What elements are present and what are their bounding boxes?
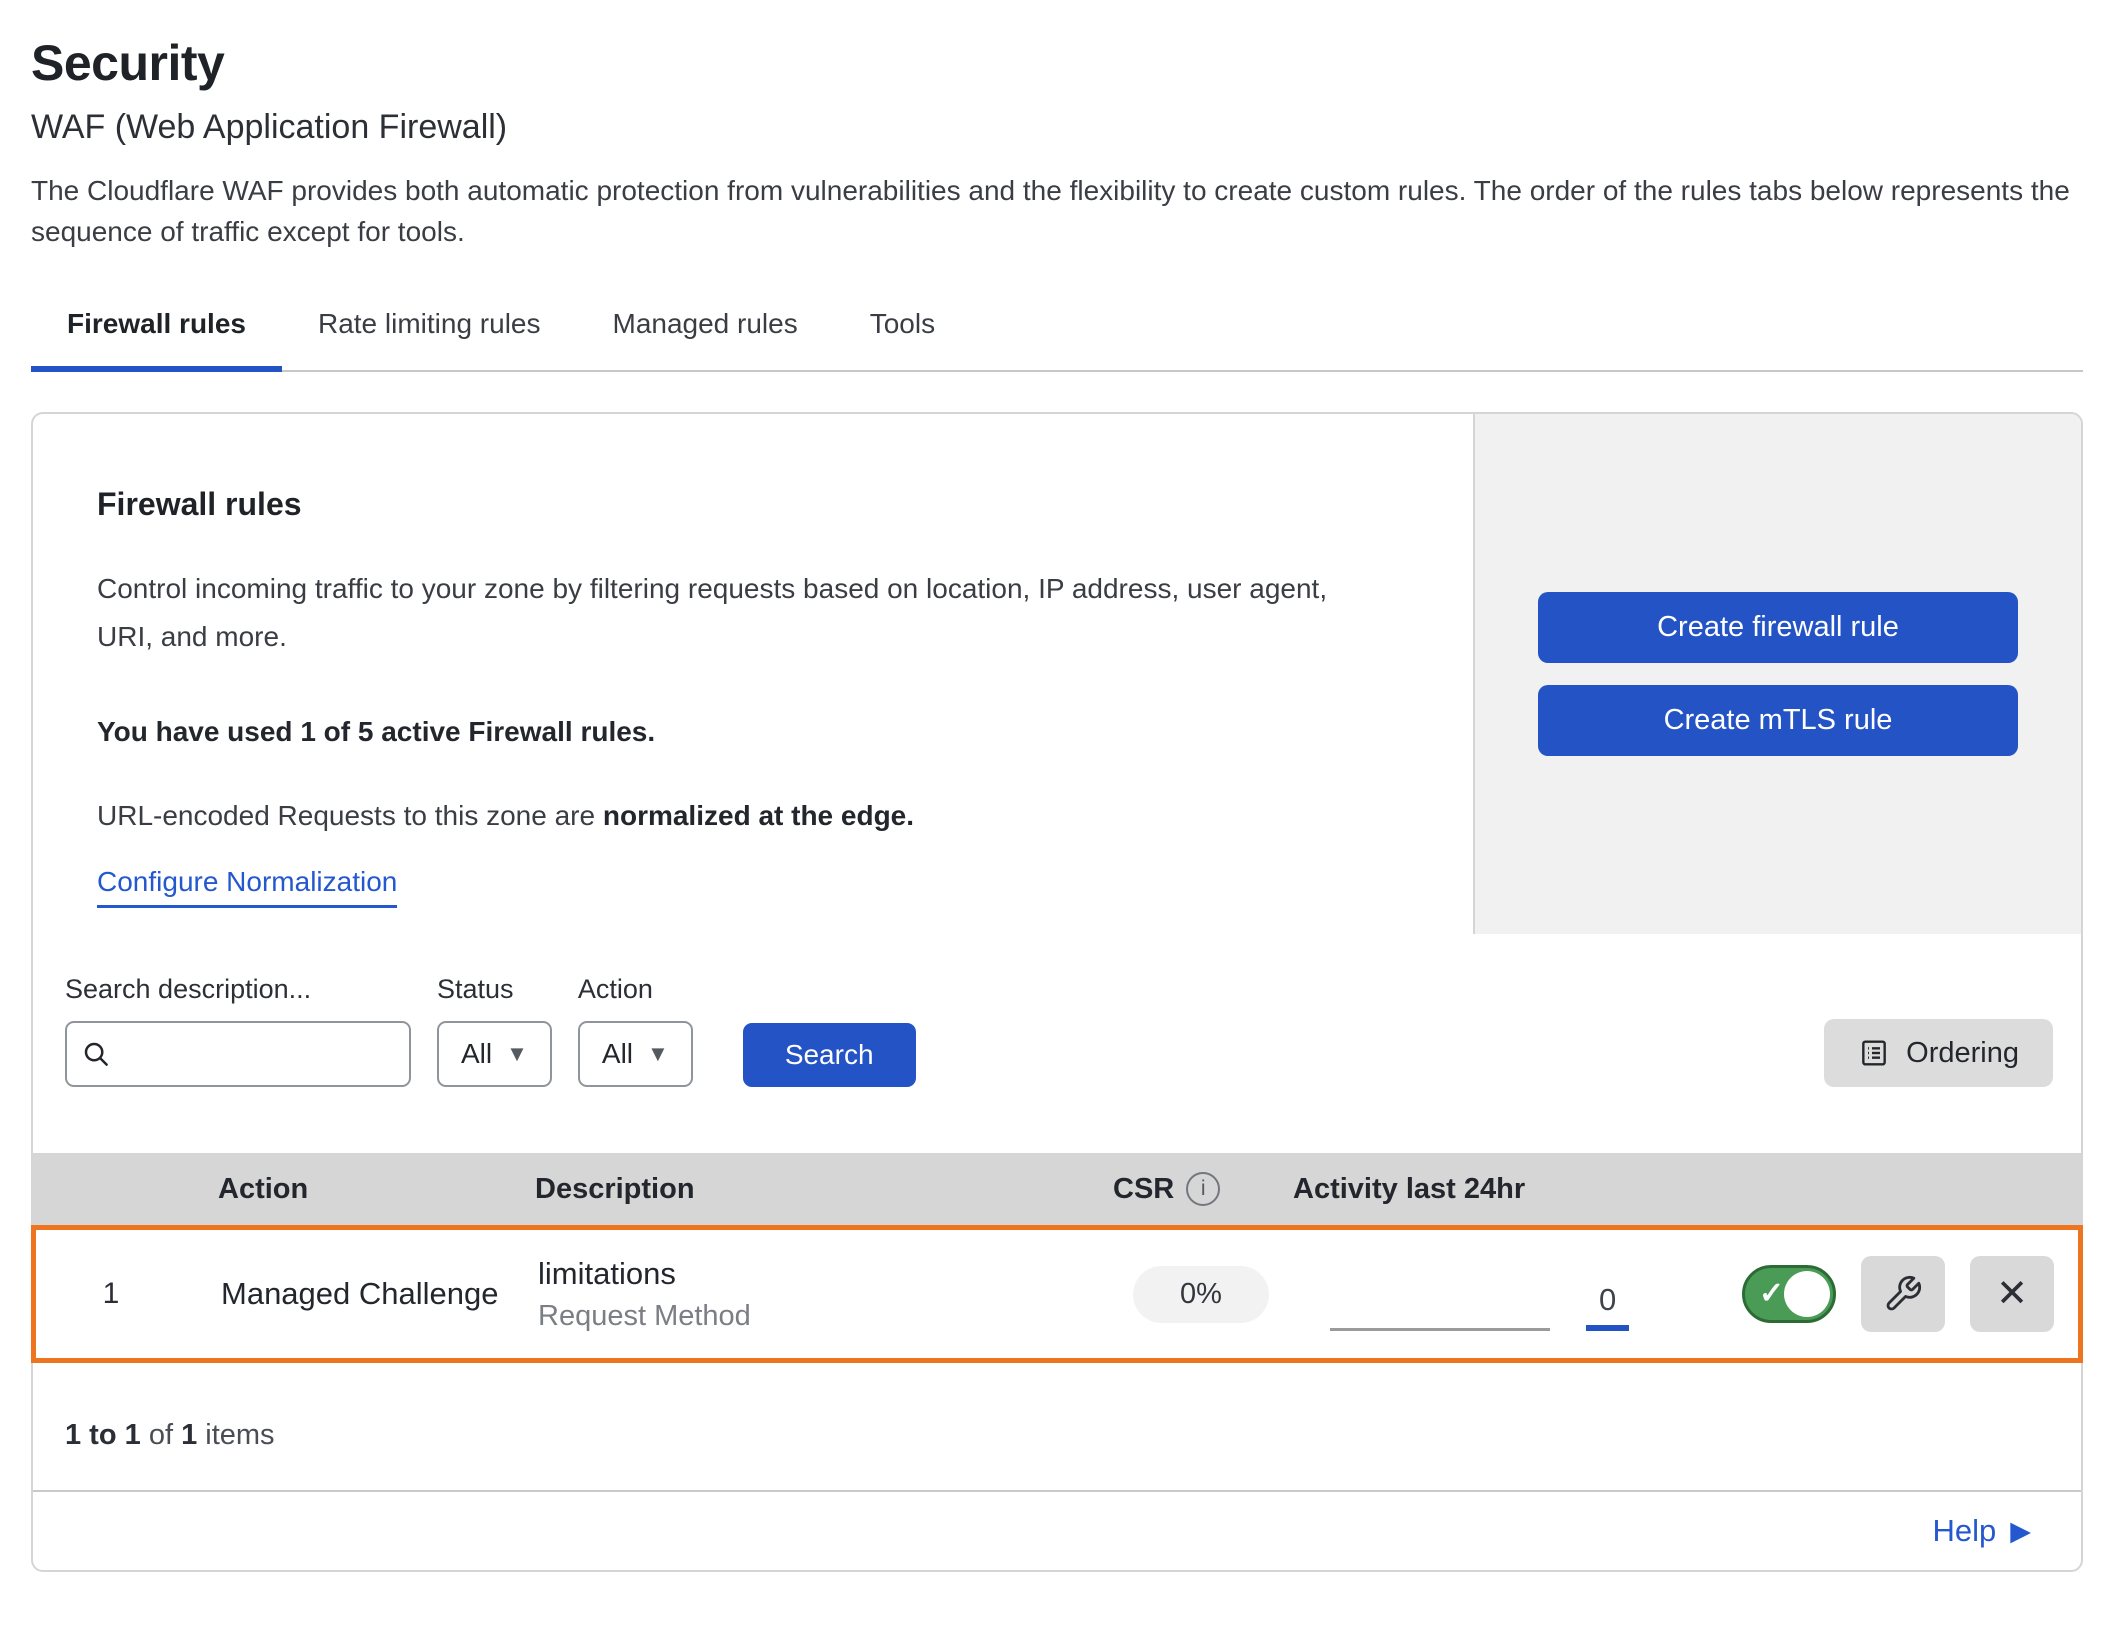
rule-controls: ✓ ✕ (1736, 1256, 2078, 1332)
summary-of: of (149, 1419, 173, 1451)
card-description: Control incoming traffic to your zone by… (97, 565, 1387, 660)
activity-count-link[interactable]: 0 (1586, 1284, 1629, 1331)
search-button[interactable]: Search (743, 1023, 916, 1087)
summary-range: 1 to 1 (65, 1419, 141, 1451)
status-label: Status (437, 974, 552, 1005)
card-heading: Firewall rules (97, 486, 1413, 523)
search-group: Search description... (65, 974, 411, 1087)
delete-rule-button[interactable]: ✕ (1970, 1256, 2054, 1332)
tab-firewall-rules[interactable]: Firewall rules (31, 294, 282, 372)
status-select-value: All (461, 1038, 492, 1070)
activity-sparkline (1330, 1321, 1550, 1331)
header-activity: Activity last 24hr (1293, 1173, 1733, 1206)
rule-priority: 1 (36, 1277, 186, 1311)
page-title: Security (31, 34, 2083, 92)
firewall-rules-info: Firewall rules Control incoming traffic … (33, 414, 1473, 934)
help-link[interactable]: Help ▶ (1932, 1513, 2031, 1549)
close-icon: ✕ (1996, 1275, 2028, 1313)
normalization-prefix: URL-encoded Requests to this zone are (97, 800, 603, 831)
action-filter-group: Action All ▼ (578, 974, 693, 1087)
rule-description-cell: limitations Request Method (516, 1256, 1106, 1333)
create-firewall-rule-button[interactable]: Create firewall rule (1538, 592, 2018, 663)
check-icon: ✓ (1759, 1276, 1784, 1311)
rule-description-sub: Request Method (538, 1300, 1106, 1333)
help-label: Help (1932, 1513, 1996, 1549)
tab-managed-rules[interactable]: Managed rules (577, 294, 834, 372)
chevron-down-icon: ▼ (647, 1041, 669, 1067)
action-select[interactable]: All ▼ (578, 1021, 693, 1087)
status-filter-group: Status All ▼ (437, 974, 552, 1087)
tab-tools[interactable]: Tools (834, 294, 971, 372)
edit-rule-button[interactable] (1861, 1256, 1945, 1332)
firewall-rules-card: Firewall rules Control incoming traffic … (31, 412, 2083, 1572)
ordering-button-label: Ordering (1906, 1037, 2019, 1070)
usage-text: You have used 1 of 5 active Firewall rul… (97, 716, 1413, 748)
action-label: Action (578, 974, 693, 1005)
configure-normalization-link[interactable]: Configure Normalization (97, 866, 397, 908)
rule-csr-cell: 0% (1106, 1266, 1296, 1323)
normalization-text: URL-encoded Requests to this zone are no… (97, 800, 1413, 832)
header-action: Action (183, 1173, 513, 1206)
status-select[interactable]: All ▼ (437, 1021, 552, 1087)
search-input-wrap (65, 1021, 411, 1087)
summary-total: 1 (181, 1419, 197, 1451)
page-subtitle: WAF (Web Application Firewall) (31, 108, 2083, 147)
help-row: Help ▶ (33, 1490, 2081, 1570)
search-label: Search description... (65, 974, 411, 1005)
card-top-section: Firewall rules Control incoming traffic … (33, 414, 2081, 934)
toggle-knob (1784, 1271, 1830, 1317)
create-mtls-rule-button[interactable]: Create mTLS rule (1538, 685, 2018, 756)
rule-activity-cell: 0 (1296, 1258, 1736, 1331)
header-csr: CSR i (1103, 1172, 1293, 1206)
header-description: Description (513, 1173, 1103, 1206)
search-icon (81, 1039, 111, 1069)
firewall-rule-row[interactable]: 1 Managed Challenge limitations Request … (31, 1225, 2083, 1363)
action-select-value: All (602, 1038, 633, 1070)
search-input[interactable] (121, 1038, 395, 1071)
normalization-bold: normalized at the edge. (603, 800, 914, 831)
pagination-summary: 1 to 1 of 1 items (33, 1363, 2081, 1490)
ordering-button[interactable]: Ordering (1824, 1019, 2053, 1087)
wrench-icon (1883, 1274, 1923, 1314)
filter-bar: Search description... Status All ▼ (33, 934, 2081, 1153)
info-icon[interactable]: i (1186, 1172, 1220, 1206)
csr-badge: 0% (1133, 1266, 1269, 1323)
waf-tabs: Firewall rules Rate limiting rules Manag… (31, 294, 2083, 372)
arrow-right-icon: ▶ (2010, 1516, 2031, 1547)
header-csr-label: CSR (1113, 1173, 1174, 1206)
tab-rate-limiting-rules[interactable]: Rate limiting rules (282, 294, 577, 372)
rule-description: limitations (538, 1256, 1106, 1292)
page-description: The Cloudflare WAF provides both automat… (31, 171, 2083, 252)
rule-action: Managed Challenge (186, 1276, 516, 1312)
ordered-list-icon (1858, 1037, 1890, 1069)
chevron-down-icon: ▼ (506, 1041, 528, 1067)
card-actions-panel: Create firewall rule Create mTLS rule (1473, 414, 2081, 934)
rule-enabled-toggle[interactable]: ✓ (1742, 1265, 1836, 1323)
waf-page: Security WAF (Web Application Firewall) … (0, 0, 2114, 1572)
summary-items: items (205, 1419, 274, 1451)
table-header: Action Description CSR i Activity last 2… (33, 1153, 2081, 1225)
